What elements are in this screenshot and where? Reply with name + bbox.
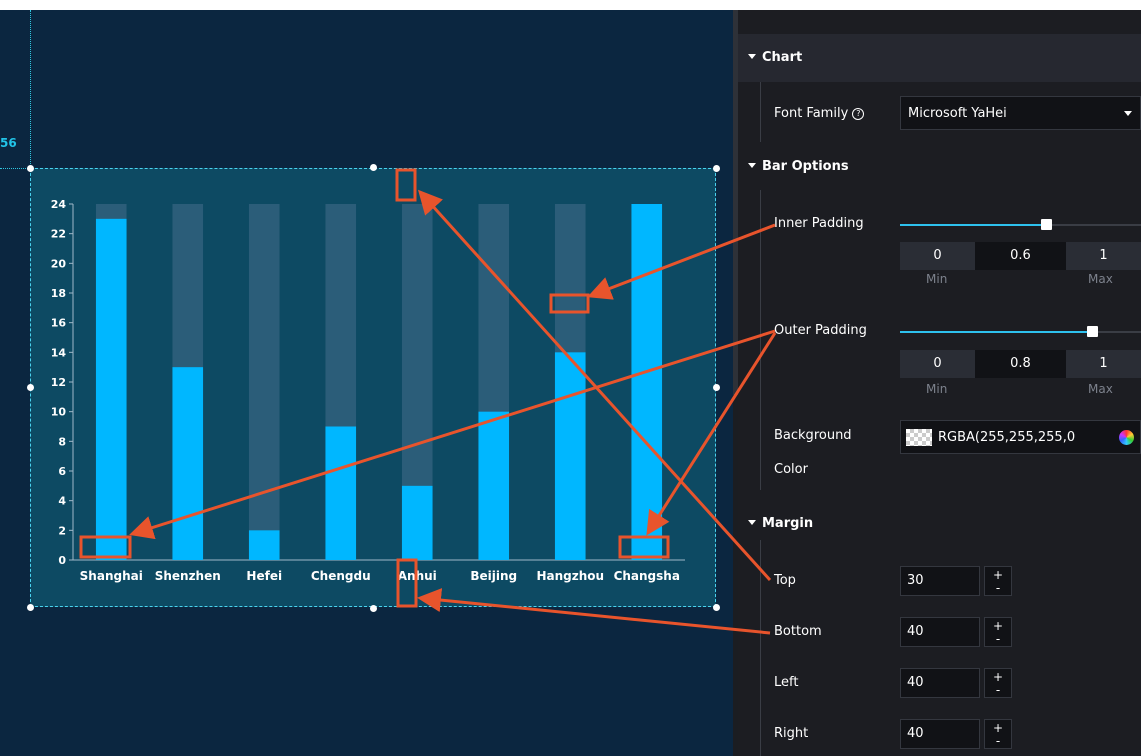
ruler-coordinate: 56 (0, 136, 17, 150)
outer-padding-input[interactable]: 0.8 (975, 350, 1066, 378)
x-tick-label: Chengdu (311, 569, 371, 583)
outer-padding-slider-fill (900, 331, 1092, 333)
resize-handle-top-right[interactable] (713, 165, 720, 172)
margin-right-input[interactable]: 40 (900, 719, 980, 749)
resize-handle-top[interactable] (370, 164, 377, 171)
y-tick-label: 8 (58, 435, 66, 448)
y-tick-label: 2 (58, 524, 66, 537)
inner-padding-slider-rest (1046, 224, 1141, 226)
y-tick-label: 14 (51, 346, 67, 359)
font-family-label: Font Family ? (774, 106, 865, 121)
section-bar-options[interactable]: Bar Options (738, 155, 849, 179)
bar-chart-widget[interactable]: 0 2 4 6 8 10 12 14 16 18 20 22 24 Shanghai Shenzhen Hef… (30, 168, 716, 607)
outer-padding-label: Outer Padding (774, 323, 867, 338)
resize-handle-top-left[interactable] (27, 165, 34, 172)
config-panel: Chart Font Family ? Microsoft YaHei Bar … (738, 10, 1141, 756)
section-chart[interactable]: Chart (738, 34, 1141, 82)
x-tick-label: Changsha (614, 569, 680, 583)
background-bar (248, 204, 280, 560)
inner-padding-label: Inner Padding (774, 216, 864, 231)
inner-padding-range: 0 0.6 1 (900, 242, 1141, 270)
inner-padding-max-value: 1 (1066, 242, 1141, 270)
inner-padding-slider-fill (900, 224, 1046, 226)
bar (478, 411, 510, 560)
outer-padding-min-label: Min (926, 382, 948, 396)
y-tick-label: 0 (58, 554, 66, 567)
y-tick-label: 6 (58, 465, 66, 478)
caret-down-icon (748, 54, 756, 59)
alignment-guide-vertical (30, 10, 31, 168)
bar (631, 204, 663, 560)
outer-padding-max-label: Max (1088, 382, 1113, 396)
background-color-label: Background (774, 428, 852, 443)
y-tick-label: 20 (51, 257, 67, 270)
inner-padding-max-label: Max (1088, 272, 1113, 286)
color-wheel-icon[interactable] (1119, 430, 1134, 445)
outer-padding-min-value: 0 (900, 350, 975, 378)
inner-padding-input[interactable]: 0.6 (975, 242, 1066, 270)
dropdown-caret-icon (1124, 111, 1132, 116)
caret-down-icon (748, 520, 756, 525)
resize-handle-bottom-right[interactable] (713, 604, 720, 611)
y-tick-label: 16 (51, 317, 67, 330)
background-color-label-2: Color (774, 462, 808, 477)
margin-right-stepper[interactable]: + - (984, 719, 1012, 749)
font-family-select[interactable]: Microsoft YaHei (900, 96, 1141, 130)
x-tick-label: Beijing (470, 569, 517, 583)
margin-top-stepper[interactable]: + - (984, 566, 1012, 596)
x-tick-label: Shenzhen (155, 569, 221, 583)
background-color-picker[interactable]: RGBA(255,255,255,0 (900, 420, 1141, 454)
y-tick-label: 12 (51, 376, 66, 389)
question-circle-icon[interactable]: ? (852, 108, 865, 120)
outer-padding-max-value: 1 (1066, 350, 1141, 378)
margin-bottom-input[interactable]: 40 (900, 617, 980, 647)
x-tick-label: Shanghai (80, 569, 143, 583)
outer-padding-slider-knob[interactable] (1087, 326, 1098, 337)
x-tick-label: Anhui (398, 569, 437, 583)
bar (248, 530, 280, 560)
bar (554, 352, 586, 560)
resize-handle-right[interactable] (713, 384, 720, 391)
x-tick-label: Hefei (246, 569, 282, 583)
bar (172, 367, 204, 560)
outer-padding-slider-rest (1092, 331, 1141, 333)
resize-handle-bottom[interactable] (370, 605, 377, 612)
inner-padding-min-value: 0 (900, 242, 975, 270)
y-tick-label: 22 (51, 228, 66, 241)
y-tick-label: 4 (58, 495, 66, 508)
resize-handle-bottom-left[interactable] (27, 604, 34, 611)
bar (95, 218, 127, 561)
tree-guide-line (760, 540, 761, 756)
margin-left-input[interactable]: 40 (900, 668, 980, 698)
tree-guide-line (760, 190, 761, 490)
margin-left-label: Left (774, 675, 799, 690)
margin-bottom-stepper[interactable]: + - (984, 617, 1012, 647)
bar (401, 485, 433, 560)
inner-padding-slider-knob[interactable] (1041, 219, 1052, 230)
margin-bottom-label: Bottom (774, 624, 822, 639)
alignment-guide-horizontal (0, 168, 30, 169)
margin-left-stepper[interactable]: + - (984, 668, 1012, 698)
margin-right-label: Right (774, 726, 809, 741)
margin-top-label: Top (774, 573, 796, 588)
transparent-swatch-icon (906, 429, 932, 446)
y-tick-label: 24 (51, 198, 67, 211)
caret-down-icon (748, 163, 756, 168)
y-tick-label: 18 (51, 287, 66, 300)
bar (325, 426, 357, 560)
tree-guide-line (760, 82, 761, 142)
outer-padding-range: 0 0.8 1 (900, 350, 1141, 378)
inner-padding-min-label: Min (926, 272, 948, 286)
x-tick-label: Hangzhou (536, 569, 604, 583)
bar-chart: 024681012141618202224Shanghai Shenzhen Hef… (51, 198, 685, 583)
y-tick-label: 10 (51, 406, 67, 419)
resize-handle-left[interactable] (27, 384, 34, 391)
section-margin[interactable]: Margin (738, 512, 813, 536)
margin-top-input[interactable]: 30 (900, 566, 980, 596)
